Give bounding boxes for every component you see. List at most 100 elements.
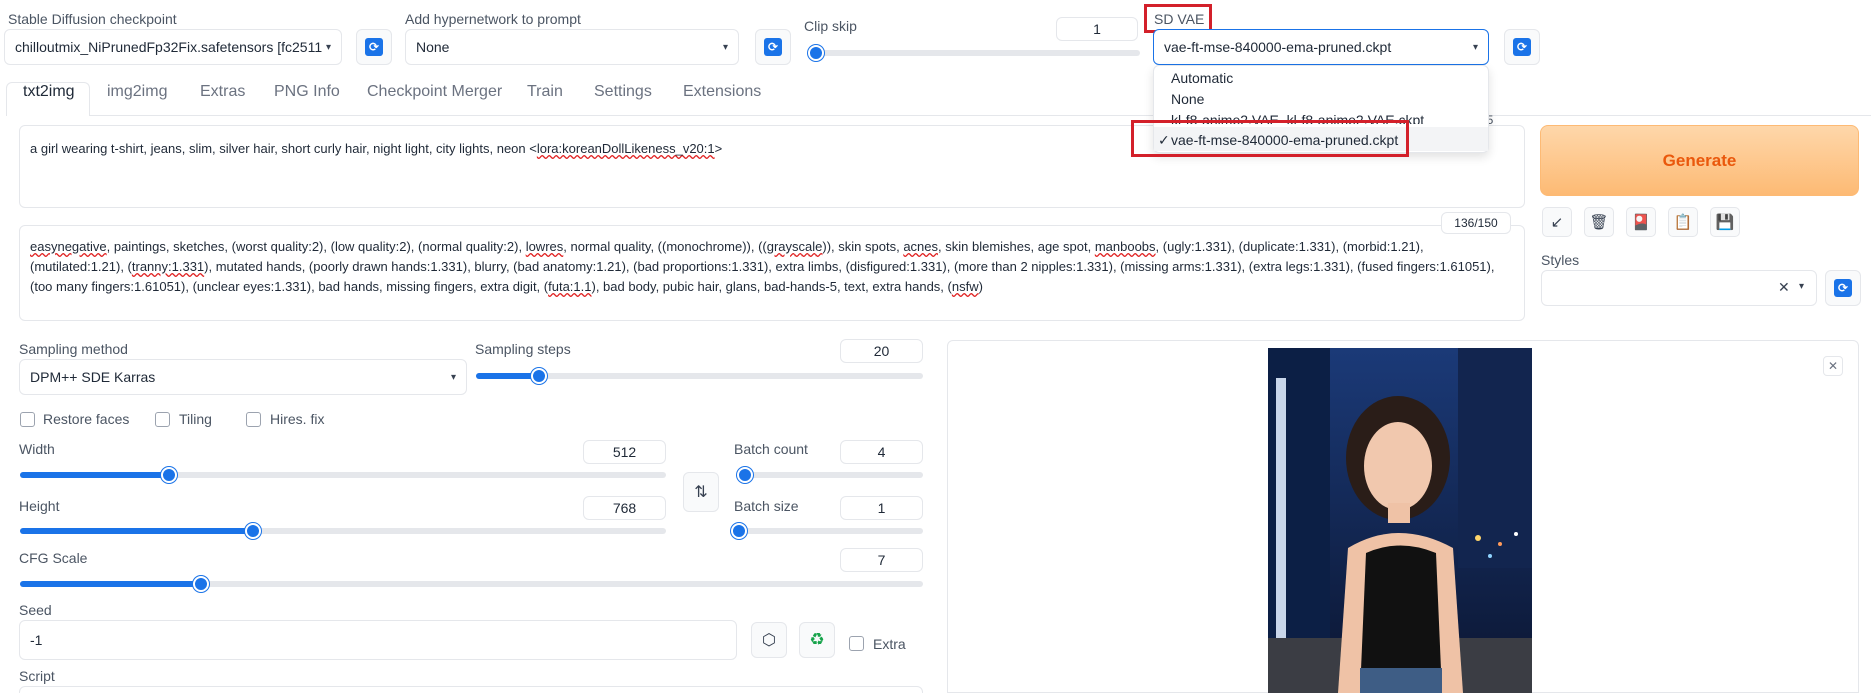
slider-thumb[interactable]: [193, 576, 209, 592]
chevron-down-icon: ▾: [722, 41, 728, 53]
script-select[interactable]: [19, 686, 923, 693]
batch-size-slider[interactable]: [731, 523, 923, 539]
clip-skip-label: Clip skip: [804, 18, 857, 34]
tab-img2img[interactable]: img2img: [107, 83, 167, 101]
checkpoint-label: Stable Diffusion checkpoint: [8, 11, 177, 27]
negative-line-3: (too many fingers:1.61051), (unclear eye…: [30, 279, 983, 294]
paste-button[interactable]: ↙: [1542, 207, 1572, 237]
reuse-seed-button[interactable]: ♻: [799, 622, 835, 658]
prompt-text-lora: lora:koreanDollLikeness_v20:1: [536, 141, 715, 156]
clear-button[interactable]: 🗑: [1584, 207, 1614, 237]
height-slider[interactable]: [20, 523, 666, 539]
sampling-method-value: DPM++ SDE Karras: [30, 369, 156, 385]
chevron-down-icon: ▾: [1799, 281, 1805, 292]
generated-image-graphic: [1268, 348, 1532, 693]
restore-faces-label: Restore faces: [43, 411, 130, 427]
hypernetwork-select[interactable]: None ▾: [405, 29, 739, 65]
clipboard-icon: 📋: [1673, 214, 1693, 231]
styles-select[interactable]: ✕ ▾: [1541, 270, 1817, 306]
width-slider[interactable]: [20, 467, 666, 483]
hires-fix-label: Hires. fix: [270, 411, 325, 427]
negative-token-counter: 136/150: [1441, 212, 1511, 234]
tab-label-txt2img[interactable]: txt2img: [23, 83, 75, 101]
sampling-steps-label: Sampling steps: [475, 341, 571, 357]
tab-checkpoint-merger[interactable]: Checkpoint Merger: [367, 83, 502, 101]
tab-settings[interactable]: Settings: [594, 83, 652, 101]
script-label: Script: [19, 668, 55, 684]
sampling-method-label: Sampling method: [19, 341, 128, 357]
cfg-scale-label: CFG Scale: [19, 550, 88, 566]
slider-thumb[interactable]: [531, 368, 547, 384]
sampling-method-select[interactable]: DPM++ SDE Karras ▾: [19, 359, 467, 395]
clip-skip-number[interactable]: 1: [1056, 17, 1138, 41]
restore-faces-checkbox[interactable]: [20, 412, 35, 427]
seed-input[interactable]: -1: [19, 620, 737, 660]
chevron-down-icon: ▾: [450, 371, 456, 383]
hypernetwork-label: Add hypernetwork to prompt: [405, 11, 581, 27]
batch-count-number[interactable]: 4: [840, 440, 923, 464]
sd-vae-value: vae-ft-mse-840000-ema-pruned.ckpt: [1164, 39, 1392, 55]
vae-option-none[interactable]: None: [1171, 91, 1204, 107]
generate-button[interactable]: Generate: [1540, 125, 1859, 196]
batch-size-number[interactable]: 1: [840, 496, 923, 520]
hypernetwork-refresh-button[interactable]: ⟳: [755, 29, 791, 65]
slider-thumb[interactable]: [808, 45, 824, 61]
sd-vae-select[interactable]: vae-ft-mse-840000-ema-pruned.ckpt ▾: [1153, 29, 1489, 65]
sd-vae-refresh-button[interactable]: ⟳: [1504, 29, 1540, 65]
gallery-close-button[interactable]: ✕: [1823, 356, 1843, 376]
checkpoint-value: chilloutmix_NiPrunedFp32Fix.safetensors …: [15, 39, 323, 55]
swap-dimensions-button[interactable]: ⇅: [683, 472, 719, 512]
paste-icon: ↙: [1550, 214, 1564, 231]
sd-vae-label: SD VAE: [1154, 11, 1205, 27]
apply-style-button[interactable]: 📋: [1668, 207, 1698, 237]
vae-option-automatic[interactable]: Automatic: [1171, 70, 1233, 86]
styles-label: Styles: [1541, 252, 1580, 268]
tab-png-info[interactable]: PNG Info: [274, 83, 340, 101]
seed-label: Seed: [19, 602, 52, 618]
hires-fix-checkbox[interactable]: [246, 412, 261, 427]
cfg-scale-number[interactable]: 7: [840, 548, 923, 572]
prompt-text-suffix: >: [714, 141, 723, 156]
close-icon: ✕: [1827, 359, 1839, 373]
extra-seed-label: Extra: [873, 636, 906, 652]
slider-thumb[interactable]: [731, 523, 747, 539]
cfg-scale-slider[interactable]: [20, 576, 923, 592]
save-style-button[interactable]: 💾: [1710, 207, 1740, 237]
close-icon[interactable]: ✕: [1778, 279, 1790, 296]
tab-extensions[interactable]: Extensions: [683, 83, 761, 101]
width-number[interactable]: 512: [583, 440, 666, 464]
prompt-text-prefix: a girl wearing t-shirt, jeans, slim, sil…: [30, 141, 537, 156]
slider-thumb[interactable]: [245, 523, 261, 539]
random-seed-button[interactable]: ⬡: [751, 622, 787, 658]
width-label: Width: [19, 441, 55, 457]
save-icon: 💾: [1715, 214, 1735, 231]
chevron-down-icon: ▾: [1472, 41, 1478, 53]
slider-thumb[interactable]: [737, 467, 753, 483]
refresh-icon: ⟳: [365, 38, 383, 56]
batch-count-label: Batch count: [734, 441, 808, 457]
extra-networks-button[interactable]: 🎴: [1626, 207, 1656, 237]
checkpoint-refresh-button[interactable]: ⟳: [356, 29, 392, 65]
swap-icon: ⇅: [694, 484, 708, 501]
generated-image[interactable]: [1268, 348, 1532, 693]
batch-count-slider[interactable]: [737, 467, 923, 483]
negative-line-2: (mutilated:1.21), (tranny:1.331), mutate…: [30, 259, 1495, 274]
refresh-icon: ⟳: [764, 38, 782, 56]
checkpoint-select[interactable]: chilloutmix_NiPrunedFp32Fix.safetensors …: [4, 29, 342, 65]
negative-prompt-textarea[interactable]: easynegative, paintings, sketches, (wors…: [19, 225, 1525, 321]
tab-extras[interactable]: Extras: [200, 83, 245, 101]
recycle-icon: ♻: [809, 630, 825, 649]
tab-train[interactable]: Train: [527, 83, 563, 101]
negative-line-1: easynegative, paintings, sketches, (wors…: [30, 239, 1424, 254]
dice-icon: ⬡: [762, 632, 776, 649]
clip-skip-slider[interactable]: [808, 45, 1140, 61]
height-number[interactable]: 768: [583, 496, 666, 520]
extra-seed-checkbox[interactable]: [849, 636, 864, 651]
hypernetwork-value: None: [416, 39, 450, 55]
sampling-steps-slider[interactable]: [476, 368, 923, 384]
slider-thumb[interactable]: [161, 467, 177, 483]
tiling-checkbox[interactable]: [155, 412, 170, 427]
vae-option-highlight: [1131, 120, 1409, 157]
styles-refresh-button[interactable]: ⟳: [1825, 270, 1861, 306]
sampling-steps-number[interactable]: 20: [840, 339, 923, 363]
